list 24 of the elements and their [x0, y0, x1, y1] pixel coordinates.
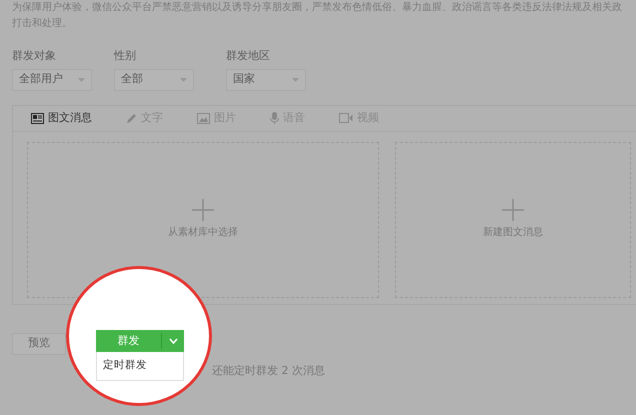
send-button[interactable]: 群发	[96, 330, 184, 352]
preview-button[interactable]: 预览	[12, 332, 66, 354]
image-icon	[197, 112, 210, 124]
select-value: 全部用户	[19, 71, 63, 88]
add-card[interactable]: 新建图文消息	[395, 142, 631, 298]
pencil-icon	[126, 112, 137, 124]
newspaper-icon	[31, 112, 44, 124]
select-field[interactable]: 全部用户	[12, 68, 92, 90]
filter-label: 群发地区	[226, 48, 271, 64]
plus-icon	[192, 199, 214, 221]
select-field[interactable]: 全部	[114, 68, 194, 90]
quota-text: 还能定时群发 2 次消息	[212, 362, 325, 378]
select-field[interactable]: 国家	[226, 68, 306, 90]
filter-label: 性别	[114, 48, 137, 64]
plus-icon	[502, 199, 524, 221]
notice-text: 为保障用户体验，微信公众平台严禁恶意营销以及诱导分享朋友圈，严禁发布色情低俗、暴力血腥、政治谣言等各类违反法律法规及相关政	[12, 0, 623, 15]
tab[interactable]: 图文消息	[31, 110, 92, 126]
select-value: 国家	[233, 71, 255, 88]
notice-text: 打击和处理。	[12, 16, 73, 31]
microphone-icon	[270, 112, 279, 124]
filter-label: 群发对象	[12, 48, 57, 64]
select-value: 全部	[121, 71, 143, 88]
chevron-down-icon	[168, 338, 178, 344]
video-camera-icon	[339, 113, 353, 123]
